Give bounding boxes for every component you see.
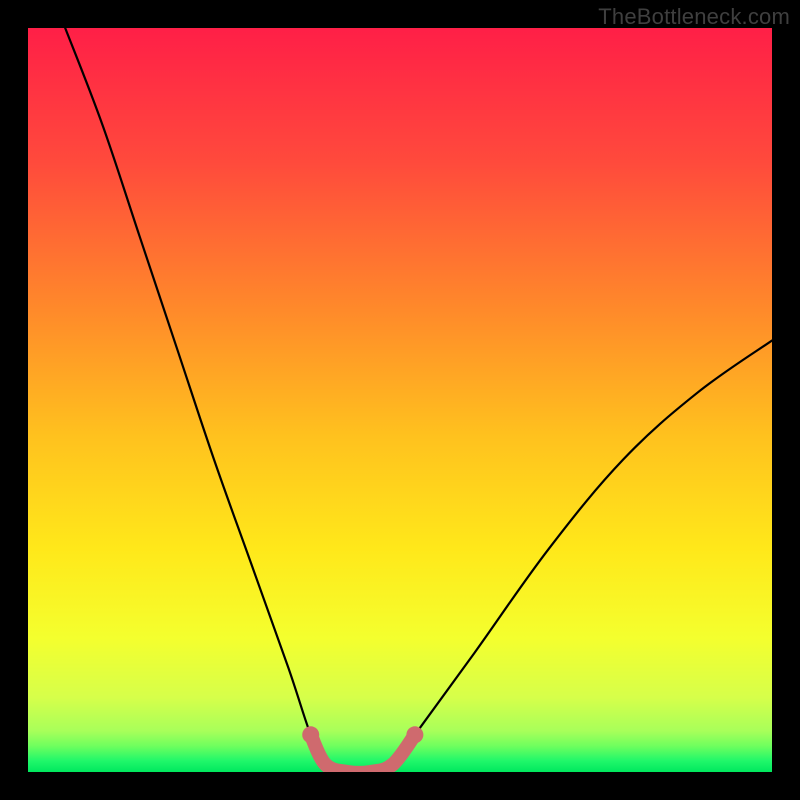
highlight-dot [302, 726, 319, 743]
highlight-dot [406, 726, 423, 743]
curve-layer [28, 28, 772, 772]
bottleneck-curve [65, 28, 772, 772]
highlight-segment [311, 735, 415, 772]
chart-frame: TheBottleneck.com [0, 0, 800, 800]
plot-area [28, 28, 772, 772]
watermark-text: TheBottleneck.com [598, 4, 790, 30]
